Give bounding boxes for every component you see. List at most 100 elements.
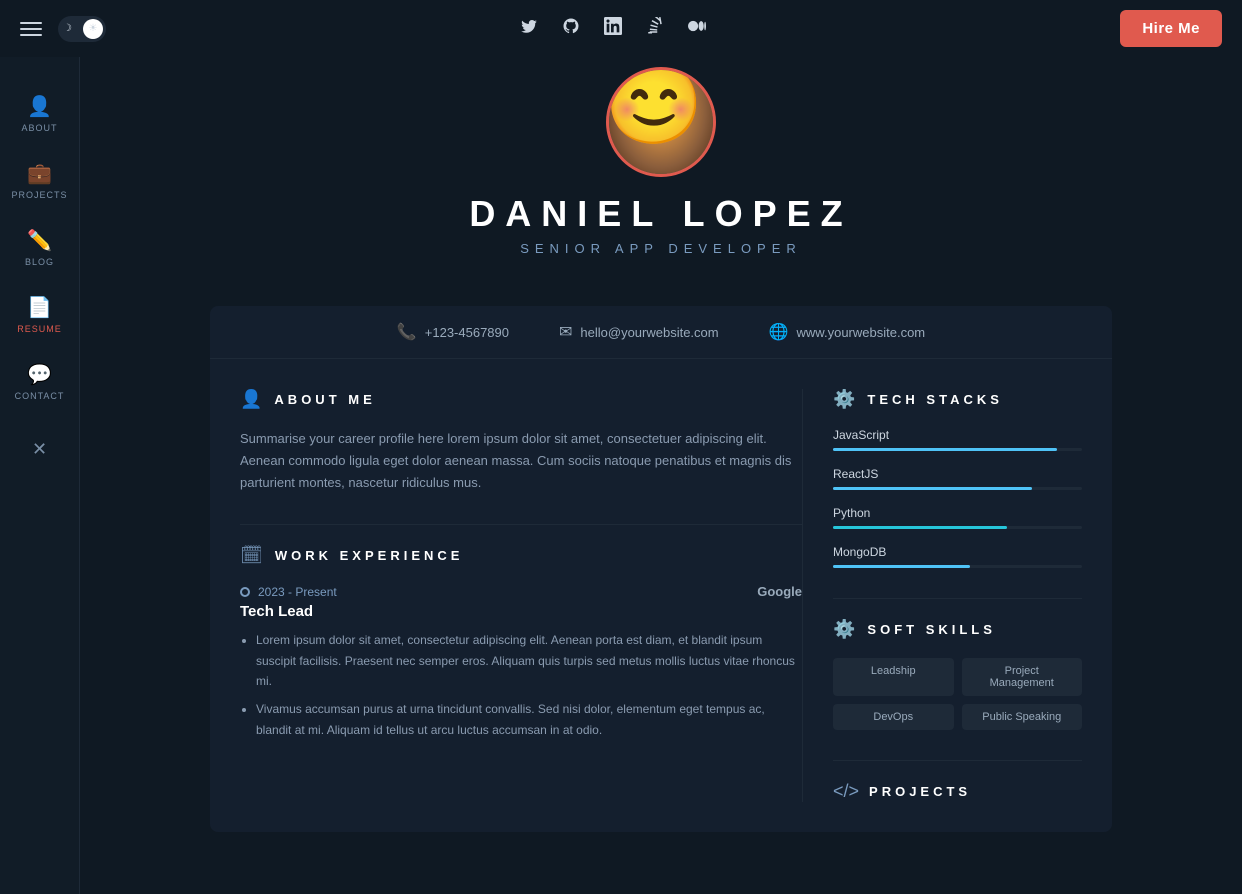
work-header: 🗓 Work Experience (240, 545, 802, 566)
skill-badge-2: DevOps (833, 704, 954, 730)
sidebar-close-button[interactable]: ✕ (0, 425, 79, 474)
tech-header: ⚙️ Tech Stacks (833, 389, 1082, 410)
sidebar-label-contact: Contact (15, 391, 65, 401)
phone-number: +123-4567890 (425, 325, 509, 340)
theme-toggle[interactable]: ☽ ☀ (58, 16, 106, 42)
work-period-0: 2023 - Present (258, 585, 337, 599)
sidebar-label-blog: Blog (25, 257, 54, 267)
moon-icon: ☽ (63, 23, 72, 34)
work-bullet-0-1: Vivamus accumsan purus at urna tincidunt… (256, 699, 802, 740)
website-url: www.yourwebsite.com (797, 325, 926, 340)
work-role-0: Tech Lead (240, 603, 802, 620)
tech-stacks-section: ⚙️ Tech Stacks JavaScript ReactJS (833, 389, 1082, 568)
blog-icon: ✏️ (27, 228, 52, 253)
sidebar-label-about: About (21, 123, 57, 133)
soft-skills-icon: ⚙️ (833, 619, 855, 640)
work-title: Work Experience (275, 548, 464, 563)
skill-badge-3: Public Speaking (962, 704, 1083, 730)
tech-name-2: Python (833, 506, 1082, 520)
progress-fill-2 (833, 526, 1007, 529)
card-area: 📞 +123-4567890 ✉ hello@yourwebsite.com 🌐… (210, 306, 1112, 832)
soft-skills-header: ⚙️ Soft Skills (833, 619, 1082, 640)
soft-skills-section: ⚙️ Soft Skills Leadship Project Manageme… (833, 619, 1082, 730)
topnav-left: ☽ ☀ (20, 16, 106, 42)
projects-title: Projects (869, 784, 971, 799)
work-dot-icon (240, 587, 250, 597)
avatar-container (606, 67, 716, 177)
about-icon: 👤 (27, 94, 52, 119)
divider-right-1 (833, 598, 1082, 599)
email-icon: ✉ (559, 322, 572, 342)
work-meta-0: 2023 - Present Google (240, 584, 802, 599)
contact-bar: 📞 +123-4567890 ✉ hello@yourwebsite.com 🌐… (210, 306, 1112, 359)
left-column: 👤 About Me Summarise your career profile… (240, 389, 802, 802)
work-dates-0: 2023 - Present (240, 585, 337, 599)
globe-icon: 🌐 (769, 322, 789, 342)
stackoverflow-link[interactable] (646, 17, 664, 40)
progress-bg-2 (833, 526, 1082, 529)
twitter-link[interactable] (520, 17, 538, 40)
contact-email: ✉ hello@yourwebsite.com (559, 322, 719, 342)
sidebar-item-contact[interactable]: 💬 Contact (0, 348, 79, 415)
skill-badge-1: Project Management (962, 658, 1083, 696)
medium-link[interactable] (688, 17, 706, 40)
sidebar: 👤 About 💼 Projects ✏️ Blog 📄 Resume 💬 Co… (0, 0, 80, 894)
tech-item-1: ReactJS (833, 467, 1082, 490)
work-item-0: 2023 - Present Google Tech Lead Lorem ip… (240, 584, 802, 740)
linkedin-link[interactable] (604, 17, 622, 40)
sidebar-item-about[interactable]: 👤 About (0, 80, 79, 147)
projects-icon: 💼 (27, 161, 52, 186)
progress-bg-1 (833, 487, 1082, 490)
progress-bg-0 (833, 448, 1082, 451)
resume-icon: 📄 (27, 295, 52, 320)
tech-item-0: JavaScript (833, 428, 1082, 451)
hire-me-button[interactable]: Hire Me (1120, 10, 1222, 47)
hero-title: Senior App Developer (520, 241, 802, 256)
phone-icon: 📞 (397, 322, 417, 342)
skill-badge-0: Leadship (833, 658, 954, 696)
soft-skills-title: Soft Skills (867, 622, 996, 637)
skills-grid: Leadship Project Management DevOps Publi… (833, 658, 1082, 730)
projects-section-icon: </> (833, 781, 859, 802)
projects-section-header: </> Projects (833, 781, 1082, 802)
progress-bg-3 (833, 565, 1082, 568)
avatar (606, 67, 716, 177)
progress-fill-3 (833, 565, 970, 568)
tech-item-3: MongoDB (833, 545, 1082, 568)
progress-fill-1 (833, 487, 1032, 490)
close-icon: ✕ (32, 439, 47, 460)
sidebar-label-projects: Projects (11, 190, 67, 200)
github-link[interactable] (562, 17, 580, 40)
sidebar-item-blog[interactable]: ✏️ Blog (0, 214, 79, 281)
about-section: 👤 About Me Summarise your career profile… (240, 389, 802, 494)
tech-section-icon: ⚙️ (833, 389, 855, 410)
sidebar-label-resume: Resume (17, 324, 62, 334)
hero-section: Daniel Lopez Senior App Developer (80, 57, 1242, 306)
content-grid: 👤 About Me Summarise your career profile… (210, 359, 1112, 832)
work-experience-section: 🗓 Work Experience 2023 - Present Google … (240, 545, 802, 740)
about-section-icon: 👤 (240, 389, 262, 410)
topnav: ☽ ☀ Hire Me (0, 0, 1242, 57)
sidebar-item-resume[interactable]: 📄 Resume (0, 281, 79, 348)
sidebar-item-projects[interactable]: 💼 Projects (0, 147, 79, 214)
tech-title: Tech Stacks (867, 392, 1002, 407)
right-column: ⚙️ Tech Stacks JavaScript ReactJS (802, 389, 1082, 802)
main-content: Daniel Lopez Senior App Developer 📞 +123… (80, 57, 1242, 832)
contact-icon: 💬 (27, 362, 52, 387)
work-company-0: Google (757, 584, 802, 599)
email-address: hello@yourwebsite.com (580, 325, 718, 340)
social-links (520, 17, 706, 40)
progress-fill-0 (833, 448, 1057, 451)
hamburger-menu[interactable] (20, 22, 42, 36)
work-bullet-0-0: Lorem ipsum dolor sit amet, consectetur … (256, 630, 802, 691)
toggle-thumb: ☀ (83, 19, 103, 39)
contact-phone: 📞 +123-4567890 (397, 322, 509, 342)
about-text: Summarise your career profile here lorem… (240, 428, 802, 494)
hero-name: Daniel Lopez (469, 193, 852, 235)
about-header: 👤 About Me (240, 389, 802, 410)
divider-1 (240, 524, 802, 525)
tech-item-2: Python (833, 506, 1082, 529)
tech-name-1: ReactJS (833, 467, 1082, 481)
tech-name-0: JavaScript (833, 428, 1082, 442)
about-title: About Me (274, 392, 375, 407)
